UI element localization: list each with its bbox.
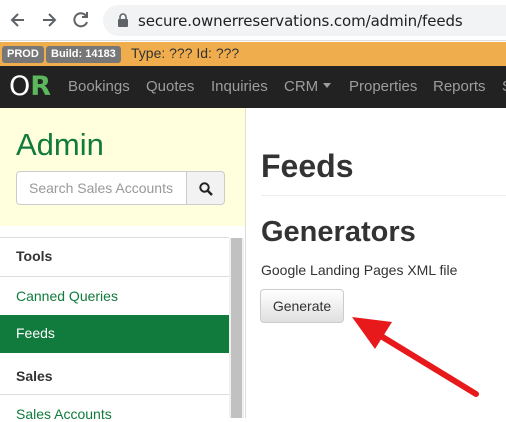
sidebar-menu: Tools Canned Queries Feeds Sales Sales A…	[0, 226, 246, 422]
lock-icon	[118, 13, 128, 27]
sidebar-header-tools: Tools	[16, 248, 53, 264]
sidebar-header-sales: Sales	[16, 368, 53, 384]
page-title: Feeds	[261, 148, 354, 184]
back-arrow-icon[interactable]	[6, 8, 30, 32]
brand-logo-o: O	[9, 71, 31, 102]
top-navbar: OR Bookings Quotes Inquiries CRM Propert…	[0, 66, 506, 108]
sidebar-header: Admin	[0, 108, 246, 226]
browser-toolbar: secure.ownerreservations.com/admin/feeds	[0, 0, 506, 41]
reload-icon[interactable]	[69, 8, 93, 32]
divider	[0, 394, 229, 395]
url-text: secure.ownerreservations.com/admin/feeds	[138, 12, 463, 30]
divider	[0, 276, 229, 277]
divider	[261, 195, 506, 196]
address-bar[interactable]: secure.ownerreservations.com/admin/feeds	[103, 5, 506, 36]
nav-item-inquiries[interactable]: Inquiries	[211, 78, 268, 95]
feed-label: Google Landing Pages XML file	[261, 262, 458, 278]
search-input[interactable]	[16, 171, 187, 205]
sidebar-item-feeds-label: Feeds	[16, 325, 55, 341]
nav-item-quotes[interactable]: Quotes	[146, 78, 194, 95]
env-badge-prod: PROD	[2, 46, 44, 63]
env-badge-build: Build: 14183	[46, 46, 121, 63]
brand-logo-r: R	[30, 71, 52, 102]
brand-logo[interactable]: OR	[9, 72, 51, 102]
environment-bar: PROD Build: 14183 Type: ??? Id: ???	[0, 42, 506, 66]
caret-down-icon	[323, 83, 332, 88]
sidebar-item-canned-queries[interactable]: Canned Queries	[16, 288, 118, 304]
generate-button[interactable]: Generate	[260, 289, 344, 323]
nav-item-reports[interactable]: Reports	[433, 78, 486, 95]
main-content: Feeds Generators Google Landing Pages XM…	[246, 108, 506, 418]
sidebar-title: Admin	[16, 127, 104, 162]
nav-item-crm[interactable]: CRM	[284, 78, 332, 95]
sidebar-scrollbar[interactable]	[229, 238, 244, 418]
scrollbar-thumb[interactable]	[231, 238, 242, 418]
search-button[interactable]	[186, 171, 225, 205]
env-info-text: Type: ??? Id: ???	[131, 45, 240, 61]
nav-item-truncated[interactable]: S	[502, 78, 506, 95]
sidebar-item-feeds[interactable]: Feeds	[0, 315, 229, 353]
sidebar-item-sales-accounts[interactable]: Sales Accounts	[16, 406, 112, 422]
nav-item-crm-label: CRM	[284, 78, 319, 95]
forward-arrow-icon[interactable]	[37, 8, 61, 32]
nav-item-bookings[interactable]: Bookings	[68, 78, 130, 95]
section-title: Generators	[261, 216, 416, 248]
nav-item-properties[interactable]: Properties	[349, 78, 417, 95]
divider	[0, 237, 229, 238]
search-icon	[199, 182, 213, 196]
